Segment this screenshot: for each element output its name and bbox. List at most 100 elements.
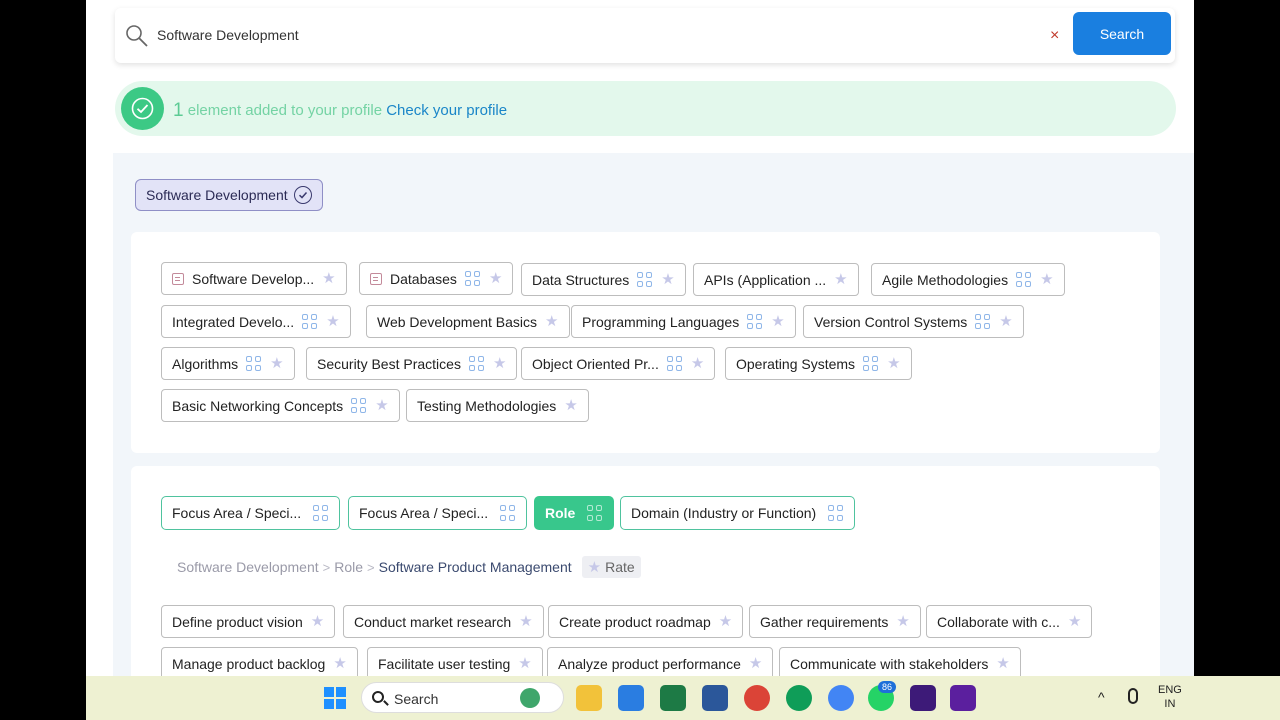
task-chip[interactable]: Collaborate with c... ★ <box>926 605 1093 638</box>
star-icon[interactable]: ★ <box>691 356 704 371</box>
star-icon[interactable]: ★ <box>661 272 674 287</box>
star-icon[interactable]: ★ <box>834 272 847 287</box>
banner-text: element added to your profile <box>187 102 383 119</box>
task-chip[interactable]: Communicate with stakeholders ★ <box>779 647 1021 676</box>
rate-button[interactable]: ★ Rate <box>581 556 641 578</box>
task-label: Analyze product performance <box>558 655 741 672</box>
star-icon[interactable]: ★ <box>545 314 558 329</box>
star-icon[interactable]: ★ <box>719 614 732 629</box>
search-button[interactable]: Search <box>1073 12 1171 55</box>
topic-chip[interactable]: Security Best Practices ★ <box>306 347 518 380</box>
check-profile-link[interactable]: Check your profile <box>386 102 507 119</box>
tab-focus-area-1[interactable]: Focus Area / Speci... <box>161 496 341 530</box>
breadcrumb-item[interactable]: Role <box>334 559 363 575</box>
star-icon[interactable]: ★ <box>489 271 502 286</box>
topic-chip[interactable]: Integrated Develo... ★ <box>161 305 351 338</box>
language-code: ENG <box>1158 684 1182 696</box>
tab-focus-area-2[interactable]: Focus Area / Speci... <box>348 496 528 530</box>
tab-domain[interactable]: Domain (Industry or Function) <box>620 496 856 530</box>
topic-chip[interactable]: Databases ★ <box>359 262 514 295</box>
chrome-profile-icon[interactable] <box>786 685 812 711</box>
tab-role[interactable]: Role <box>534 496 615 530</box>
topic-chip[interactable]: APIs (Application ... ★ <box>693 263 859 296</box>
breadcrumb-item[interactable]: Software Development <box>177 559 319 575</box>
task-chip[interactable]: Gather requirements ★ <box>749 605 921 638</box>
excel-icon[interactable] <box>660 685 686 711</box>
topic-label: Data Structures <box>532 271 630 288</box>
task-label: Communicate with stakeholders <box>790 655 989 672</box>
taskbar: Search 86 ^ ENG IN <box>86 676 1280 720</box>
task-chip[interactable]: Create product roadmap ★ <box>548 605 744 638</box>
task-chip[interactable]: Define product vision ★ <box>161 605 336 638</box>
selected-topic-chip[interactable]: Software Development <box>135 179 323 211</box>
expand-grid-icon[interactable] <box>351 397 367 414</box>
expand-grid-icon[interactable] <box>975 313 991 330</box>
note-icon <box>370 272 382 285</box>
task-chip[interactable]: Facilitate user testing ★ <box>367 647 543 676</box>
star-icon[interactable]: ★ <box>326 314 339 329</box>
chrome-profile-icon[interactable] <box>828 685 854 711</box>
microphone-icon[interactable] <box>1128 688 1138 704</box>
windows-start-icon[interactable] <box>324 687 346 709</box>
topic-chip[interactable]: Agile Methodologies ★ <box>871 263 1065 296</box>
topic-chip[interactable]: Algorithms ★ <box>161 347 295 380</box>
file-explorer-icon[interactable] <box>576 685 602 711</box>
expand-grid-icon <box>313 505 329 521</box>
star-icon[interactable]: ★ <box>270 356 283 371</box>
topic-chip[interactable]: Software Develop... ★ <box>161 262 347 295</box>
app-icon[interactable] <box>910 685 936 711</box>
expand-grid-icon[interactable] <box>464 270 481 287</box>
search-icon <box>372 691 384 703</box>
expand-grid-icon[interactable] <box>863 355 879 372</box>
word-icon[interactable] <box>702 685 728 711</box>
expand-grid-icon[interactable] <box>468 355 485 372</box>
star-icon[interactable]: ★ <box>1068 614 1081 629</box>
expand-grid-icon[interactable] <box>747 313 763 330</box>
star-icon[interactable]: ★ <box>322 271 335 286</box>
clear-icon[interactable]: × <box>1050 26 1059 46</box>
star-icon[interactable]: ★ <box>333 656 346 671</box>
star-icon[interactable]: ★ <box>749 656 762 671</box>
star-icon[interactable]: ★ <box>887 356 900 371</box>
star-icon[interactable]: ★ <box>996 656 1009 671</box>
star-icon: ★ <box>587 558 602 576</box>
chevron-up-icon[interactable]: ^ <box>1098 689 1105 705</box>
topic-chip[interactable]: Version Control Systems ★ <box>803 305 1024 338</box>
search-input[interactable]: Software Development <box>157 27 299 43</box>
task-chip[interactable]: Manage product backlog ★ <box>161 647 358 676</box>
task-chip[interactable]: Conduct market research ★ <box>343 605 544 638</box>
task-chip[interactable]: Analyze product performance ★ <box>547 647 774 676</box>
expand-grid-icon <box>828 505 844 521</box>
added-count: 1 <box>173 100 184 121</box>
star-icon[interactable]: ★ <box>999 314 1012 329</box>
topic-chip[interactable]: Operating Systems ★ <box>725 347 912 380</box>
expand-grid-icon[interactable] <box>666 355 683 372</box>
star-icon[interactable]: ★ <box>493 356 506 371</box>
language-indicator[interactable]: ENG IN <box>1158 683 1182 711</box>
star-icon[interactable]: ★ <box>564 398 577 413</box>
star-icon[interactable]: ★ <box>519 614 532 629</box>
expand-grid-icon[interactable] <box>302 313 318 330</box>
topic-chip[interactable]: Web Development Basics ★ <box>366 305 570 338</box>
star-icon[interactable]: ★ <box>771 314 784 329</box>
selected-topic-label: Software Development <box>146 187 288 203</box>
topic-chip[interactable]: Testing Methodologies ★ <box>406 389 589 422</box>
notepad-icon[interactable] <box>618 685 644 711</box>
star-icon[interactable]: ★ <box>896 614 909 629</box>
star-icon[interactable]: ★ <box>311 614 324 629</box>
star-icon[interactable]: ★ <box>518 656 531 671</box>
star-icon[interactable]: ★ <box>375 398 388 413</box>
star-icon[interactable]: ★ <box>1040 272 1053 287</box>
topic-chip[interactable]: Object Oriented Pr... ★ <box>521 347 716 380</box>
topic-chip[interactable]: Programming Languages ★ <box>571 305 796 338</box>
chrome-icon[interactable] <box>744 685 770 711</box>
app-icon[interactable] <box>950 685 976 711</box>
topic-chip[interactable]: Basic Networking Concepts ★ <box>161 389 400 422</box>
topic-chip[interactable]: Data Structures ★ <box>521 263 686 296</box>
taskbar-search[interactable]: Search <box>361 682 564 713</box>
expand-grid-icon[interactable] <box>246 355 262 372</box>
expand-grid-icon[interactable] <box>637 271 653 288</box>
topic-label: APIs (Application ... <box>704 271 827 288</box>
topic-label: Web Development Basics <box>377 313 538 330</box>
expand-grid-icon[interactable] <box>1016 271 1032 288</box>
